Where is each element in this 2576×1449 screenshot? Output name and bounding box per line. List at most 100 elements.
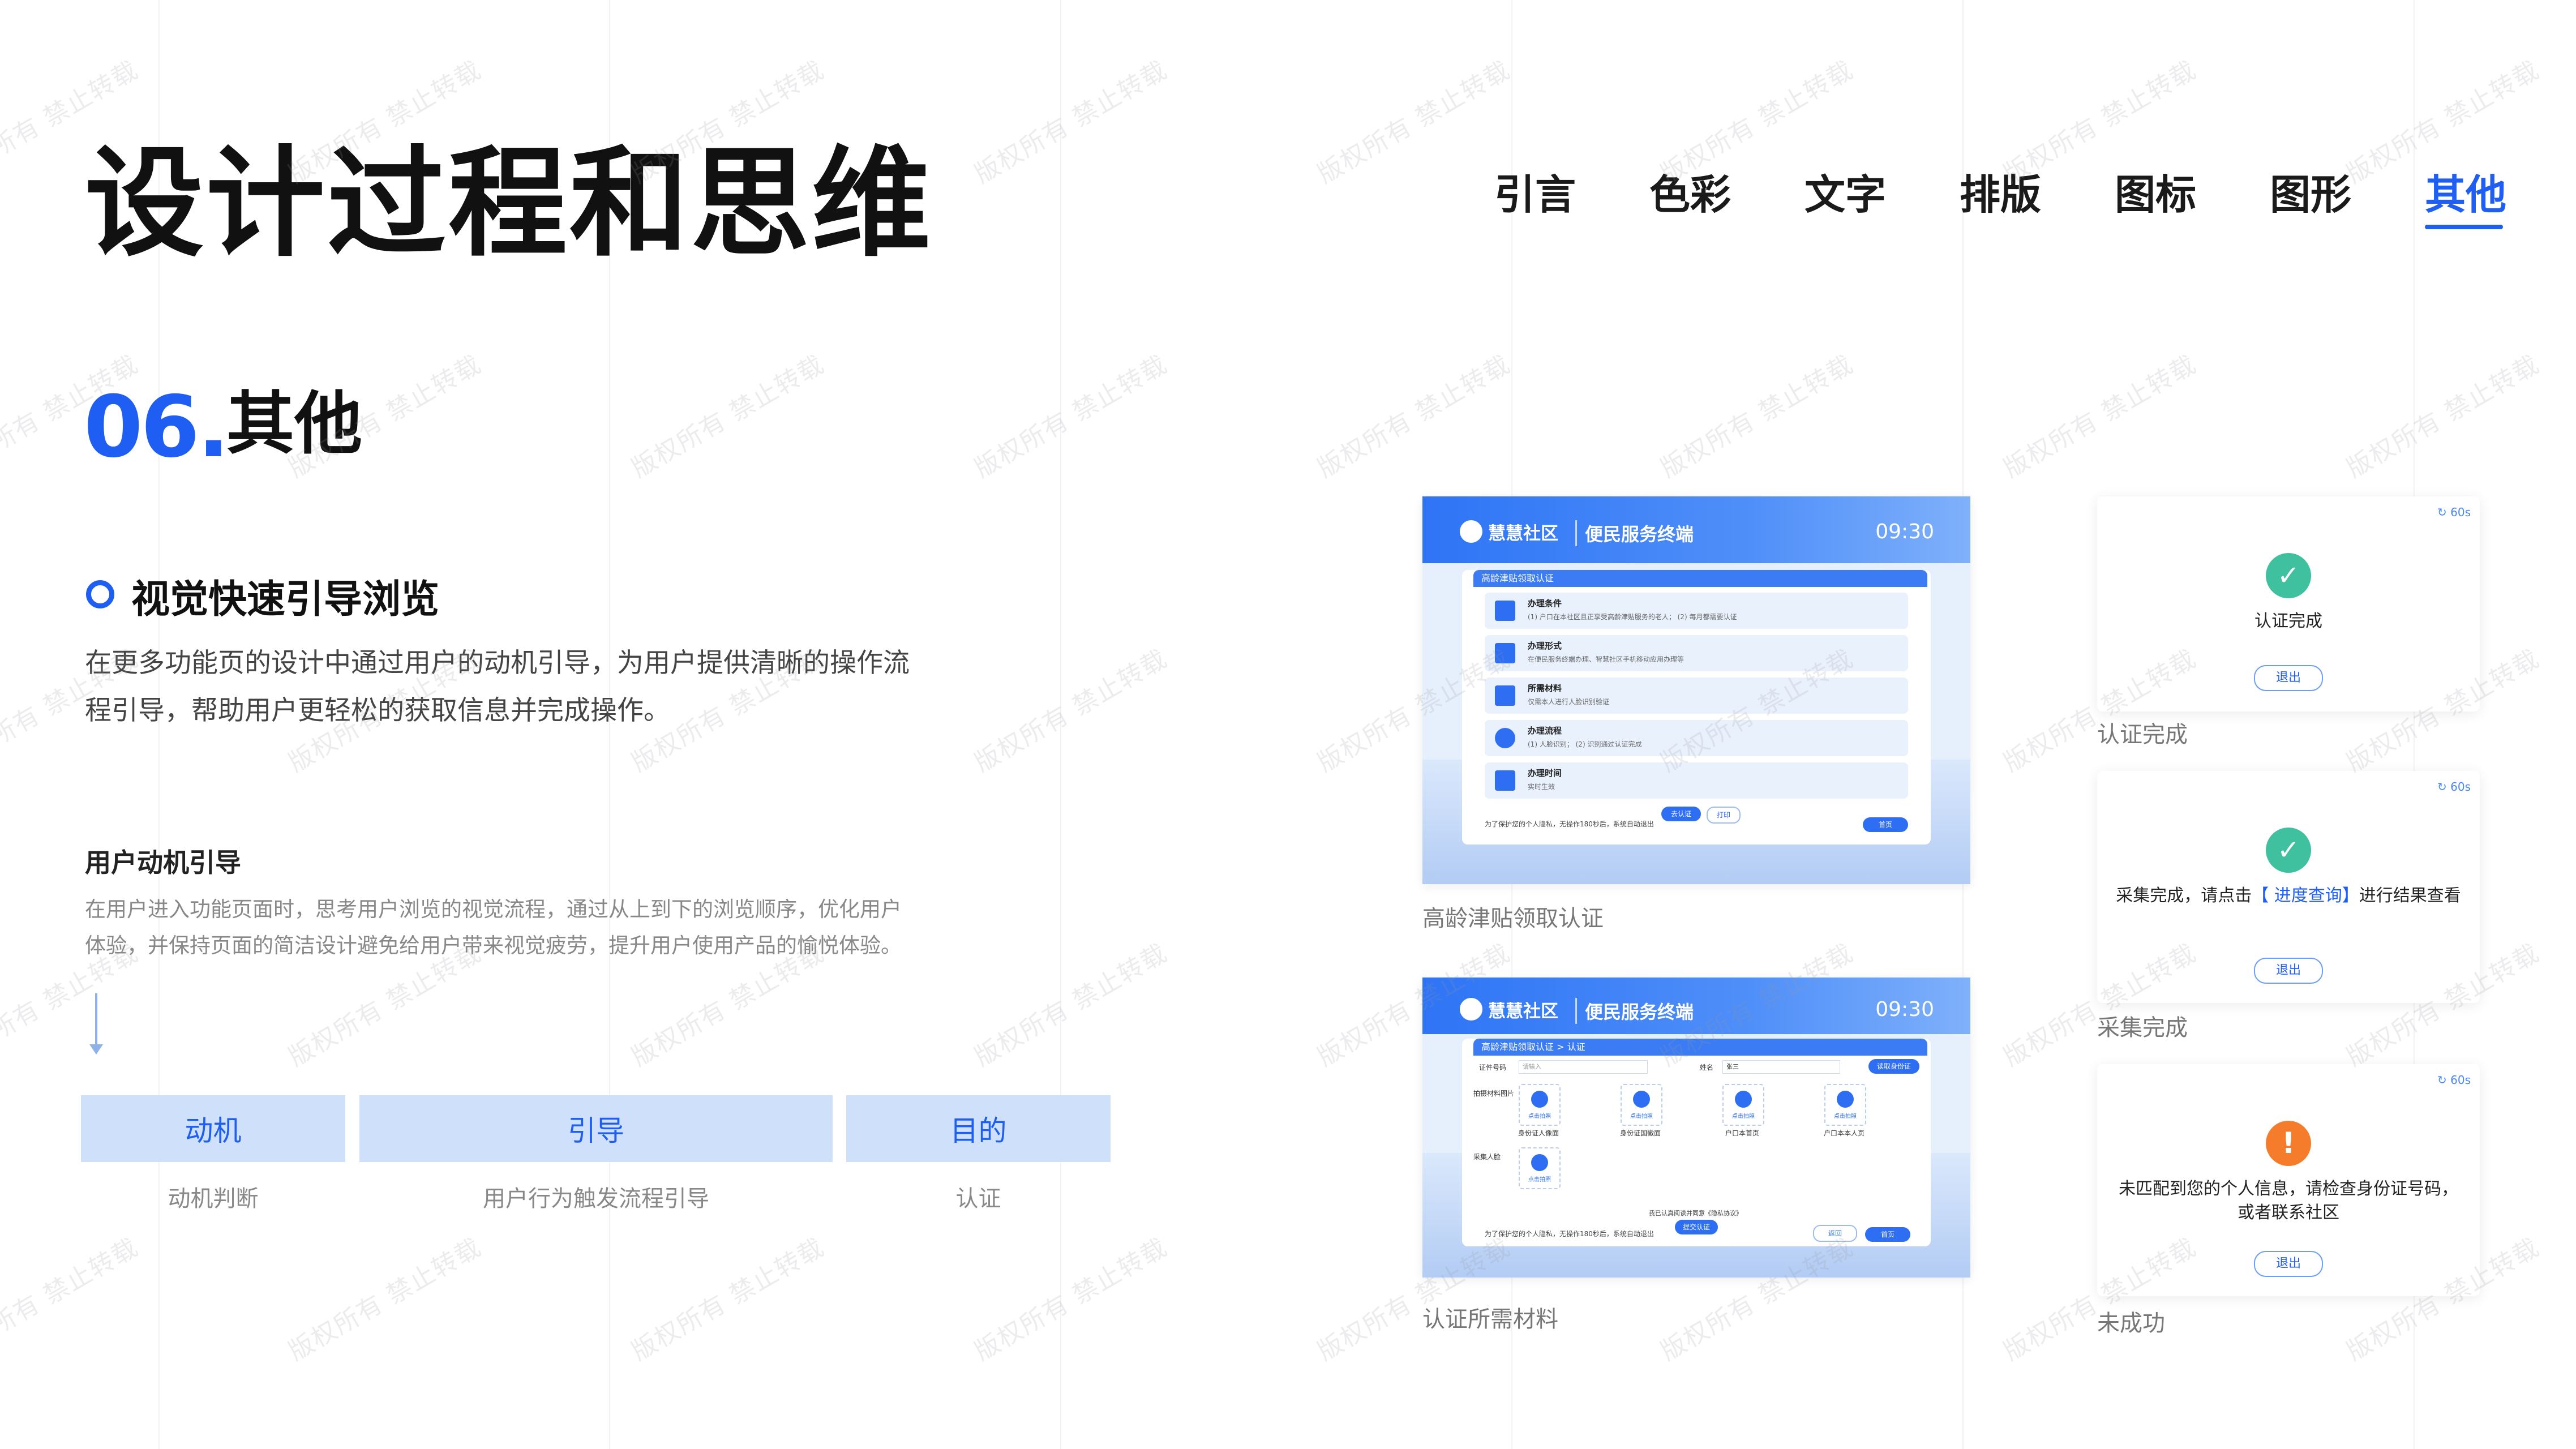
watermark-text: 版权所有 禁止转载: [1313, 55, 1516, 189]
card-message: 采集完成，请点击【 进度查询】进行结果查看: [2114, 884, 2463, 908]
row-title: 办理条件: [1528, 598, 1562, 608]
upload-hint: 点击拍照: [1732, 1113, 1755, 1120]
row-desc: 实时生效: [1528, 783, 1555, 791]
nav-item-color[interactable]: 色彩: [1649, 161, 1805, 241]
exit-button[interactable]: 退出: [2254, 1251, 2323, 1277]
home-button[interactable]: 首页: [1863, 817, 1908, 832]
brand-logo-icon: [1460, 520, 1482, 543]
upload-label: 户口本本人页: [1823, 1129, 1865, 1137]
arrow-head-icon: [89, 1044, 103, 1054]
watermark-text: 版权所有 禁止转载: [284, 1232, 487, 1366]
back-button[interactable]: 返回: [1813, 1225, 1857, 1242]
exit-button[interactable]: 退出: [2254, 665, 2323, 691]
document-icon: [1495, 601, 1515, 621]
terminal-name: 便民服务终端: [1575, 520, 1694, 546]
desc-line: 体验，并保持页面的简洁设计避免给用户带来视觉疲劳，提升用户使用产品的愉悦体验。: [85, 933, 902, 958]
upload-slot[interactable]: 点击拍照: [1722, 1084, 1764, 1126]
upload-hint: 点击拍照: [1630, 1113, 1653, 1120]
warning-exclamation-icon: !: [2266, 1121, 2311, 1166]
card-message: 认证完成: [2254, 611, 2322, 631]
camera-icon: [1531, 1091, 1548, 1108]
row-desc: 在便民服务终端办理、智慧社区手机移动应用办理等: [1528, 655, 1685, 663]
timer-value: 60s: [2450, 780, 2471, 794]
watermark-text: 版权所有 禁止转载: [970, 644, 1173, 778]
watermark-text: 版权所有 禁止转载: [970, 1232, 1173, 1366]
exit-button[interactable]: 退出: [2254, 958, 2323, 984]
watermark-text: 版权所有 禁止转载: [970, 938, 1173, 1072]
flow-step-motivation: 动机: [81, 1095, 345, 1162]
arrow-down-icon: [95, 993, 97, 1050]
submit-auth-button[interactable]: 提交认证: [1675, 1220, 1718, 1234]
grid-line: [1060, 0, 1061, 1449]
nav-item-intro[interactable]: 引言: [1494, 161, 1649, 241]
brand-name: 慧慧社区: [1488, 1001, 1558, 1022]
progress-query-link[interactable]: 【 进度查询】: [2252, 886, 2359, 906]
result-card-auth-complete: ↻ 60s ✓ 认证完成 退出: [2097, 496, 2480, 711]
camera-icon: [1531, 1154, 1548, 1171]
watermark-text: 版权所有 禁止转载: [1313, 349, 1516, 483]
content-panel: 高龄津贴领取认证 > 认证 证件号码 请输入 姓名 张三 读取身份证 拍摄材料图…: [1462, 1039, 1931, 1246]
breadcrumb: 高龄津贴领取认证 > 认证: [1473, 1039, 1927, 1056]
row-desc: 仅需本人进行人脸识别验证: [1528, 698, 1610, 706]
top-nav: 引言 色彩 文字 排版 图标 图形 其他: [1494, 161, 2576, 241]
motivation-label: 用户动机引导: [85, 847, 241, 878]
nav-item-other[interactable]: 其他: [2425, 161, 2576, 241]
nav-item-graphic[interactable]: 图形: [2270, 161, 2425, 241]
screenshot-required-materials: 慧慧社区 便民服务终端 09:30 高龄津贴领取认证 > 认证 证件号码 请输入…: [1422, 978, 1970, 1277]
countdown-timer: ↻ 60s: [2437, 505, 2471, 519]
terminal-name: 便民服务终端: [1575, 998, 1694, 1024]
materials-icon: [1495, 685, 1515, 706]
card-message: 未匹配到您的个人信息，请检查身份证号码，或者联系社区: [2119, 1179, 2458, 1223]
row-desc: (1) 人脸识别； (2) 识别通过认证完成: [1528, 740, 1642, 748]
screenshot-caption: 认证所需材料: [1422, 1306, 1558, 1332]
watermark-text: 版权所有 禁止转载: [1999, 349, 2202, 483]
authenticate-button[interactable]: 去认证: [1661, 807, 1701, 821]
privacy-notice: 为了保护您的个人隐私，无操作180秒后，系统自动退出: [1485, 820, 1654, 828]
info-row: 办理形式 在便民服务终端办理、智慧社区手机移动应用办理等: [1485, 635, 1908, 671]
nav-item-layout[interactable]: 排版: [1960, 161, 2115, 241]
section-name: 其他: [226, 385, 362, 464]
bullet-ring-icon: [86, 580, 114, 608]
home-button[interactable]: 首页: [1865, 1227, 1910, 1242]
watermark-text: 版权所有 禁止转载: [970, 349, 1173, 483]
form-icon: [1495, 643, 1515, 663]
name-input[interactable]: 张三: [1722, 1060, 1840, 1074]
row-desc: (1) 户口在本社区且正享受高龄津贴服务的老人； (2) 每月都需要认证: [1528, 613, 1737, 621]
row-title: 办理流程: [1528, 726, 1562, 736]
watermark-text: 版权所有 禁止转载: [627, 349, 830, 483]
clock: 09:30: [1875, 998, 1934, 1021]
upload-hint: 点击拍照: [1528, 1177, 1551, 1183]
id-number-label: 证件号码: [1479, 1064, 1507, 1071]
page-title: 设计过程和思维: [85, 134, 933, 273]
camera-icon: [1735, 1091, 1752, 1108]
id-number-input[interactable]: 请输入: [1519, 1060, 1648, 1074]
flow-caption: 认证: [955, 1186, 1001, 1212]
row-title: 办理形式: [1528, 641, 1562, 651]
screenshot-elderly-subsidy: 慧慧社区 便民服务终端 09:30 高龄津贴领取认证 办理条件 (1) 户口在本…: [1422, 496, 1970, 884]
info-row: 办理条件 (1) 户口在本社区且正享受高龄津贴服务的老人； (2) 每月都需要认…: [1485, 593, 1908, 629]
upload-slot-face[interactable]: 点击拍照: [1519, 1147, 1561, 1189]
process-icon: [1495, 728, 1515, 748]
flow-caption: 用户行为触发流程引导: [483, 1186, 709, 1212]
camera-icon: [1837, 1091, 1854, 1108]
result-card-failed: ↻ 60s ! 未匹配到您的个人信息，请检查身份证号码，或者联系社区 退出: [2097, 1064, 2480, 1296]
nav-item-text[interactable]: 文字: [1805, 161, 1960, 241]
upload-slot[interactable]: 点击拍照: [1621, 1084, 1662, 1126]
read-id-card-button[interactable]: 读取身份证: [1868, 1059, 1919, 1074]
subheading: 视觉快速引导浏览: [131, 577, 440, 622]
upload-slot[interactable]: 点击拍照: [1519, 1084, 1561, 1126]
timer-value: 60s: [2450, 1073, 2471, 1087]
brand-logo-icon: [1460, 998, 1482, 1021]
info-row: 所需材料 仅需本人进行人脸识别验证: [1485, 678, 1908, 714]
agreement-checkbox[interactable]: 我已认真阅读并同意《隐私协议》: [1649, 1208, 1742, 1217]
card-caption: 采集完成: [2097, 1015, 2188, 1041]
upload-slot[interactable]: 点击拍照: [1824, 1084, 1866, 1126]
flow-step-guide: 引导: [359, 1095, 833, 1162]
success-check-icon: ✓: [2266, 553, 2311, 598]
nav-item-icon[interactable]: 图标: [2115, 161, 2270, 241]
watermark-text: 版权所有 禁止转载: [1656, 349, 1859, 483]
time-icon: [1495, 770, 1515, 791]
row-title: 办理时间: [1528, 768, 1562, 778]
print-button[interactable]: 打印: [1707, 807, 1741, 824]
intro-paragraph: 在更多功能页的设计中通过用户的动机引导，为用户提供清晰的操作流 程引导，帮助用户…: [85, 640, 968, 735]
